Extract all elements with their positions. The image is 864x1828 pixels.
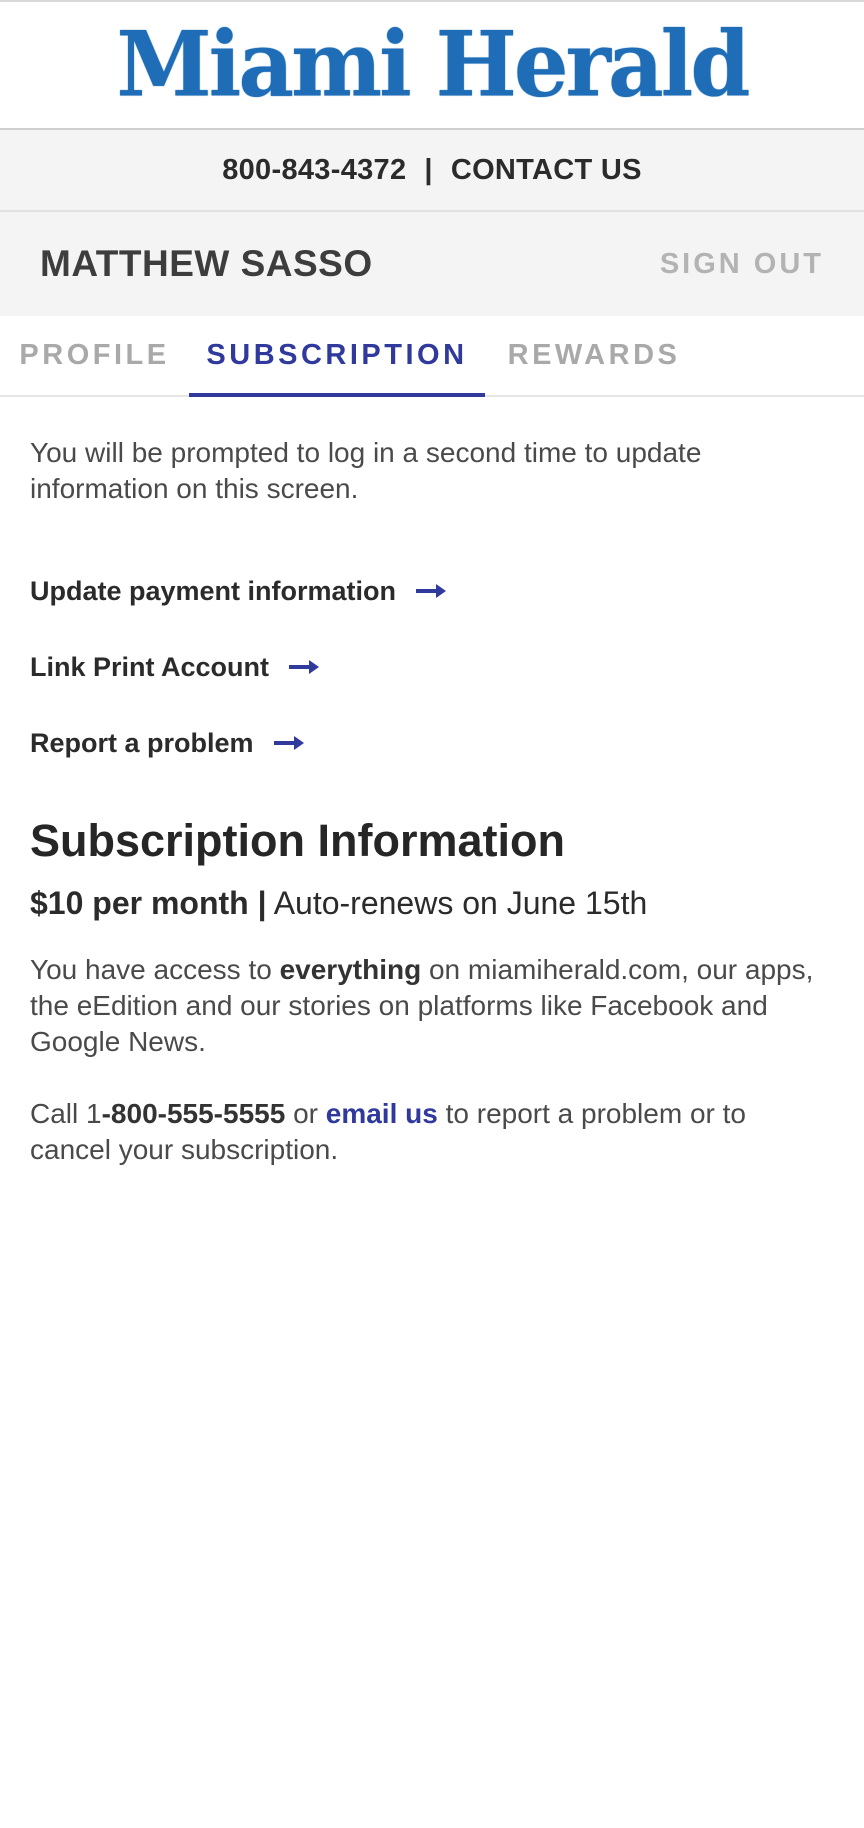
update-payment-link[interactable]: Update payment information	[30, 553, 834, 629]
access-description: You have access to everything on miamihe…	[30, 952, 834, 1060]
user-bar: MATTHEW SASSO SIGN OUT	[0, 212, 864, 316]
call-prefix: Call 1	[30, 1098, 102, 1129]
link-print-account-label: Link Print Account	[30, 651, 270, 682]
price-line: $10 per month | Auto-renews on June 15th	[30, 885, 834, 922]
account-page: Miami Herald 800-843-4372 | CONTACT US M…	[0, 0, 864, 1828]
login-notice: You will be prompted to log in a second …	[30, 437, 702, 504]
user-name: MATTHEW SASSO	[40, 243, 373, 284]
contact-separator: |	[424, 153, 433, 186]
access-bold: everything	[279, 954, 422, 985]
contact-us-link[interactable]: CONTACT US	[451, 154, 642, 187]
link-print-account-link[interactable]: Link Print Account	[30, 629, 834, 705]
renewal-date: Auto-renews on June 15th	[273, 885, 648, 921]
update-payment-label: Update payment information	[30, 575, 397, 606]
subscription-info-heading: Subscription Information	[30, 815, 565, 866]
access-prefix: You have access to	[30, 954, 280, 985]
call-or: or	[285, 1098, 326, 1129]
action-links: Update payment information Link Print Ac…	[30, 553, 834, 781]
arrow-right-icon	[416, 584, 447, 598]
report-problem-label: Report a problem	[30, 727, 254, 758]
tab-profile[interactable]: PROFILE	[0, 316, 189, 395]
arrow-right-icon	[289, 660, 320, 674]
report-problem-link[interactable]: Report a problem	[30, 705, 834, 781]
miami-herald-logo[interactable]: Miami Herald	[116, 19, 750, 110]
sign-out-button[interactable]: SIGN OUT	[660, 248, 824, 281]
email-us-link[interactable]: email us	[326, 1098, 438, 1129]
account-tabs: PROFILE SUBSCRIPTION REWARDS	[0, 316, 864, 397]
masthead: Miami Herald	[0, 2, 864, 130]
arrow-right-icon	[273, 736, 304, 750]
subscription-content: You will be prompted to log in a second …	[0, 397, 864, 1168]
support-phone[interactable]: -800-555-5555	[102, 1098, 286, 1129]
subscription-price: $10 per month |	[30, 885, 267, 921]
support-info: Call 1-800-555-5555 or email us to repor…	[30, 1096, 834, 1168]
tab-rewards[interactable]: REWARDS	[491, 316, 697, 395]
contact-bar: 800-843-4372 | CONTACT US	[0, 130, 864, 212]
contact-phone[interactable]: 800-843-4372	[222, 154, 406, 187]
tab-subscription[interactable]: SUBSCRIPTION	[189, 316, 485, 397]
